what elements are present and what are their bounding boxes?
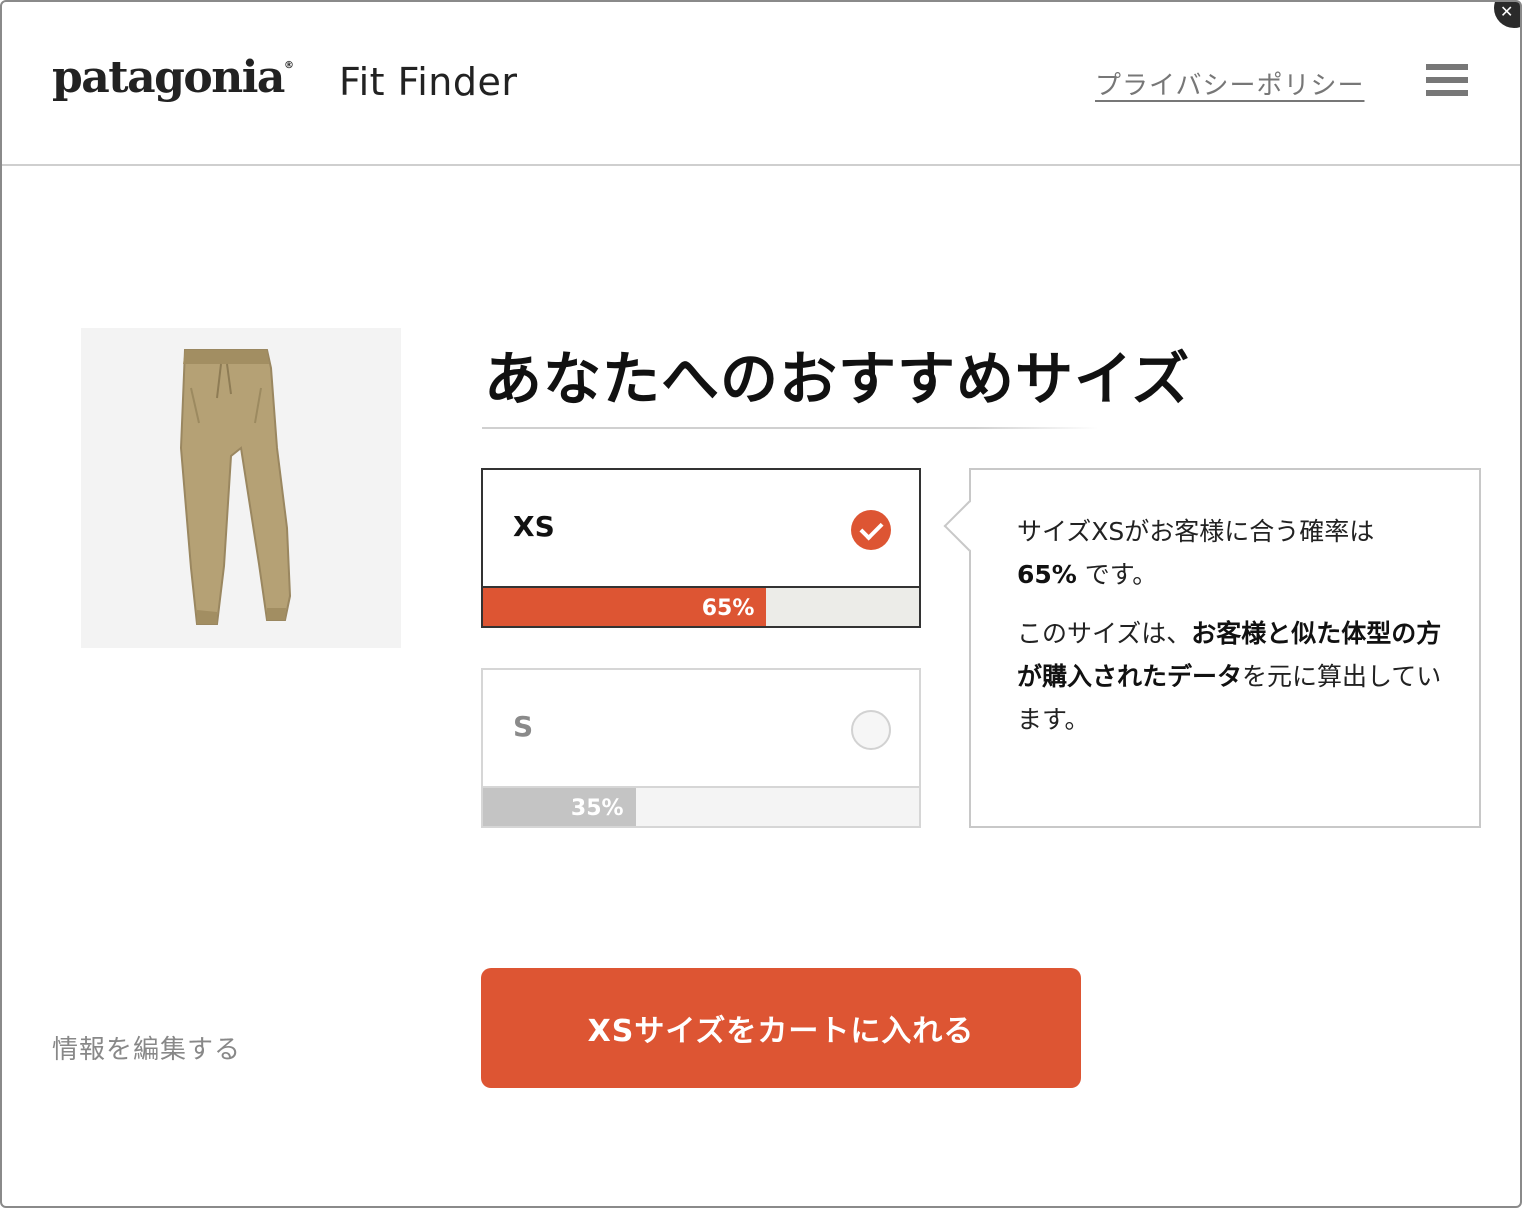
privacy-policy-link[interactable]: プライバシーポリシー — [1095, 65, 1364, 102]
explanation-text: サイズXSがお客様に合う確率は 65% です。 このサイズは、お客様と似た体型の方… — [1017, 517, 1442, 734]
edit-info-link[interactable]: 情報を編集する — [52, 1029, 241, 1066]
size-label: S — [513, 710, 534, 743]
brand-logo: patagonia® — [52, 52, 294, 103]
probability-bar: 35% — [483, 786, 919, 826]
recommendation-title: あなたへのおすすめサイズ — [484, 345, 1191, 413]
probability-bar-fill: 35% — [483, 788, 636, 826]
size-option-s[interactable]: S 35% — [481, 668, 921, 828]
add-to-cart-button[interactable]: XSサイズをカートに入れる — [481, 968, 1081, 1088]
explanation-box: サイズXSがお客様に合う確率は 65% です。 このサイズは、お客様と似た体型の方… — [943, 468, 1481, 828]
probability-label: 65% — [701, 596, 755, 621]
product-image — [81, 328, 401, 648]
probability-label: 35% — [570, 796, 624, 821]
size-label: XS — [513, 510, 555, 543]
header: patagonia® Fit Finder プライバシーポリシー — [2, 2, 1520, 166]
pointer-arrow — [943, 500, 995, 552]
pants-icon — [179, 349, 292, 625]
probability-bar-fill: 65% — [483, 588, 767, 626]
checkmark-icon — [851, 510, 891, 550]
size-option-xs[interactable]: XS 65% — [481, 468, 921, 628]
fit-finder-modal: ✕ patagonia® Fit Finder プライバシーポリシー あなたへの… — [0, 0, 1522, 1208]
title-divider — [482, 427, 1098, 429]
hamburger-menu-icon[interactable] — [1426, 64, 1468, 100]
probability-bar: 65% — [483, 586, 919, 626]
radio-circle-icon — [851, 710, 891, 750]
app-title: Fit Finder — [339, 60, 518, 104]
